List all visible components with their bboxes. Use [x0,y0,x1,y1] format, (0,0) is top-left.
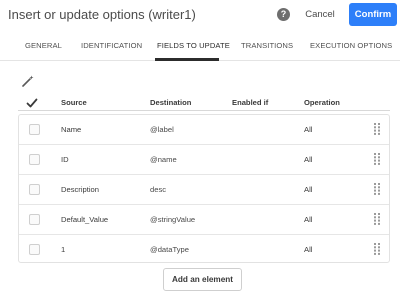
tab-fields-to-update[interactable]: FIELDS TO UPDATE [157,41,230,50]
cell-operation: All [304,155,313,164]
column-header-source: Source [61,98,87,107]
tab-transitions[interactable]: TRANSITIONS [241,41,293,50]
cell-source: Description [61,185,99,194]
table-row[interactable]: 1 @dataType All [19,235,389,265]
drag-handle-icon[interactable] [374,153,380,165]
row-checkbox[interactable] [29,244,40,255]
cell-destination: desc [150,185,167,194]
tab-general[interactable]: GENERAL [25,41,62,50]
table-row[interactable]: ID @name All [19,145,389,175]
confirm-button[interactable]: Confirm [349,3,397,26]
column-header-operation: Operation [304,98,340,107]
question-circle-icon[interactable]: ? [277,8,290,21]
table-row[interactable]: Description desc All [19,175,389,205]
table-row[interactable]: Name @label All [19,115,389,145]
cell-destination: @stringValue [150,215,196,224]
cell-operation: All [304,125,313,134]
cancel-button[interactable]: Cancel [300,4,340,26]
cell-source: Name [61,125,82,134]
cell-source: ID [61,155,69,164]
drag-handle-icon[interactable] [374,183,380,195]
cell-destination: @label [150,125,174,134]
row-checkbox[interactable] [29,214,40,225]
row-checkbox[interactable] [29,124,40,135]
drag-handle-icon[interactable] [374,123,380,135]
cell-operation: All [304,215,313,224]
row-checkbox[interactable] [29,154,40,165]
cell-destination: @dataType [150,245,189,254]
tab-bar: GENERAL IDENTIFICATION FIELDS TO UPDATE … [0,30,400,61]
drag-handle-icon[interactable] [374,213,380,225]
table-header: Source Destination Enabled if Operation [18,96,390,111]
cell-operation: All [304,245,313,254]
dialog-title: Insert or update options (writer1) [8,7,196,22]
add-element-button[interactable]: Add an element [163,268,242,291]
tab-identification[interactable]: IDENTIFICATION [81,41,142,50]
fields-table: Name @label All ID @name All Description… [18,114,390,263]
table-row[interactable]: Default_Value @stringValue All [19,205,389,235]
tab-execution-options[interactable]: EXECUTION OPTIONS [310,41,392,50]
column-header-enabled-if: Enabled if [232,98,269,107]
active-tab-indicator [155,58,219,61]
magic-wand-icon[interactable] [21,75,35,87]
drag-handle-icon[interactable] [374,243,380,255]
dialog-header: Insert or update options (writer1) ? Can… [0,0,400,30]
cell-source: Default_Value [61,215,109,224]
checkmark-icon[interactable] [26,97,38,109]
row-checkbox[interactable] [29,184,40,195]
cell-operation: All [304,185,313,194]
cell-source: 1 [61,245,66,254]
cell-destination: @name [150,155,177,164]
column-header-destination: Destination [150,98,192,107]
